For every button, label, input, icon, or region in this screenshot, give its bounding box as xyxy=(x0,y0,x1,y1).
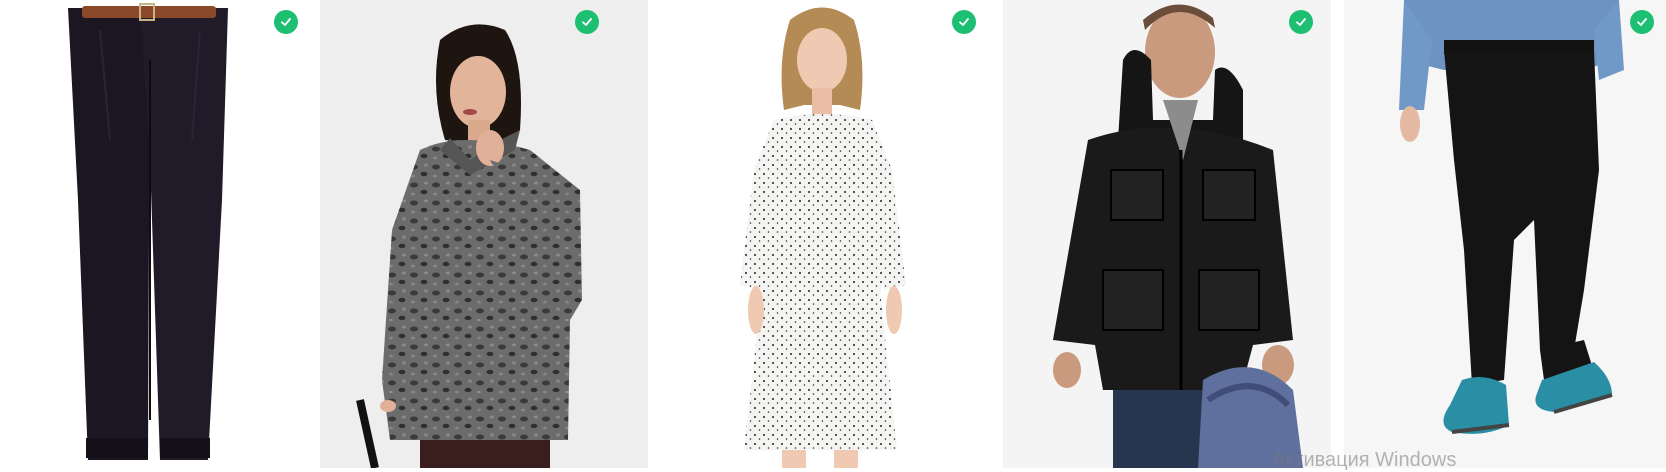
product-tile-black-jacket[interactable] xyxy=(1003,0,1331,468)
product-tile-black-pants[interactable] xyxy=(1344,0,1666,468)
selected-check-icon[interactable] xyxy=(1630,10,1654,34)
product-tile-trousers[interactable] xyxy=(0,0,311,468)
product-image-leopard-coat xyxy=(320,0,648,468)
product-image-polka-dress xyxy=(662,0,990,468)
selected-check-icon[interactable] xyxy=(952,10,976,34)
selected-check-icon[interactable] xyxy=(274,10,298,34)
product-image-trousers xyxy=(0,0,311,468)
selected-check-icon[interactable] xyxy=(1289,10,1313,34)
product-tile-polka-dress[interactable] xyxy=(662,0,990,468)
windows-activation-watermark: Активация Windows xyxy=(1272,449,1457,471)
product-image-black-pants xyxy=(1344,0,1666,468)
product-grid xyxy=(0,0,1666,468)
selected-check-icon[interactable] xyxy=(575,10,599,34)
product-image-black-jacket xyxy=(1003,0,1331,468)
product-tile-leopard-coat[interactable] xyxy=(320,0,648,468)
